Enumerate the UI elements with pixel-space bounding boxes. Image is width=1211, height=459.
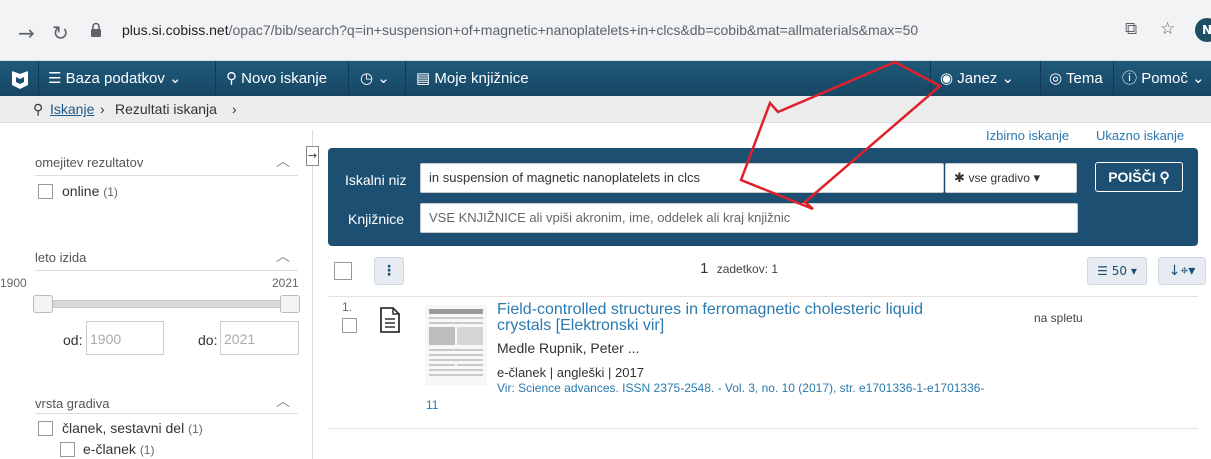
annotation-arrow: [739, 60, 943, 211]
